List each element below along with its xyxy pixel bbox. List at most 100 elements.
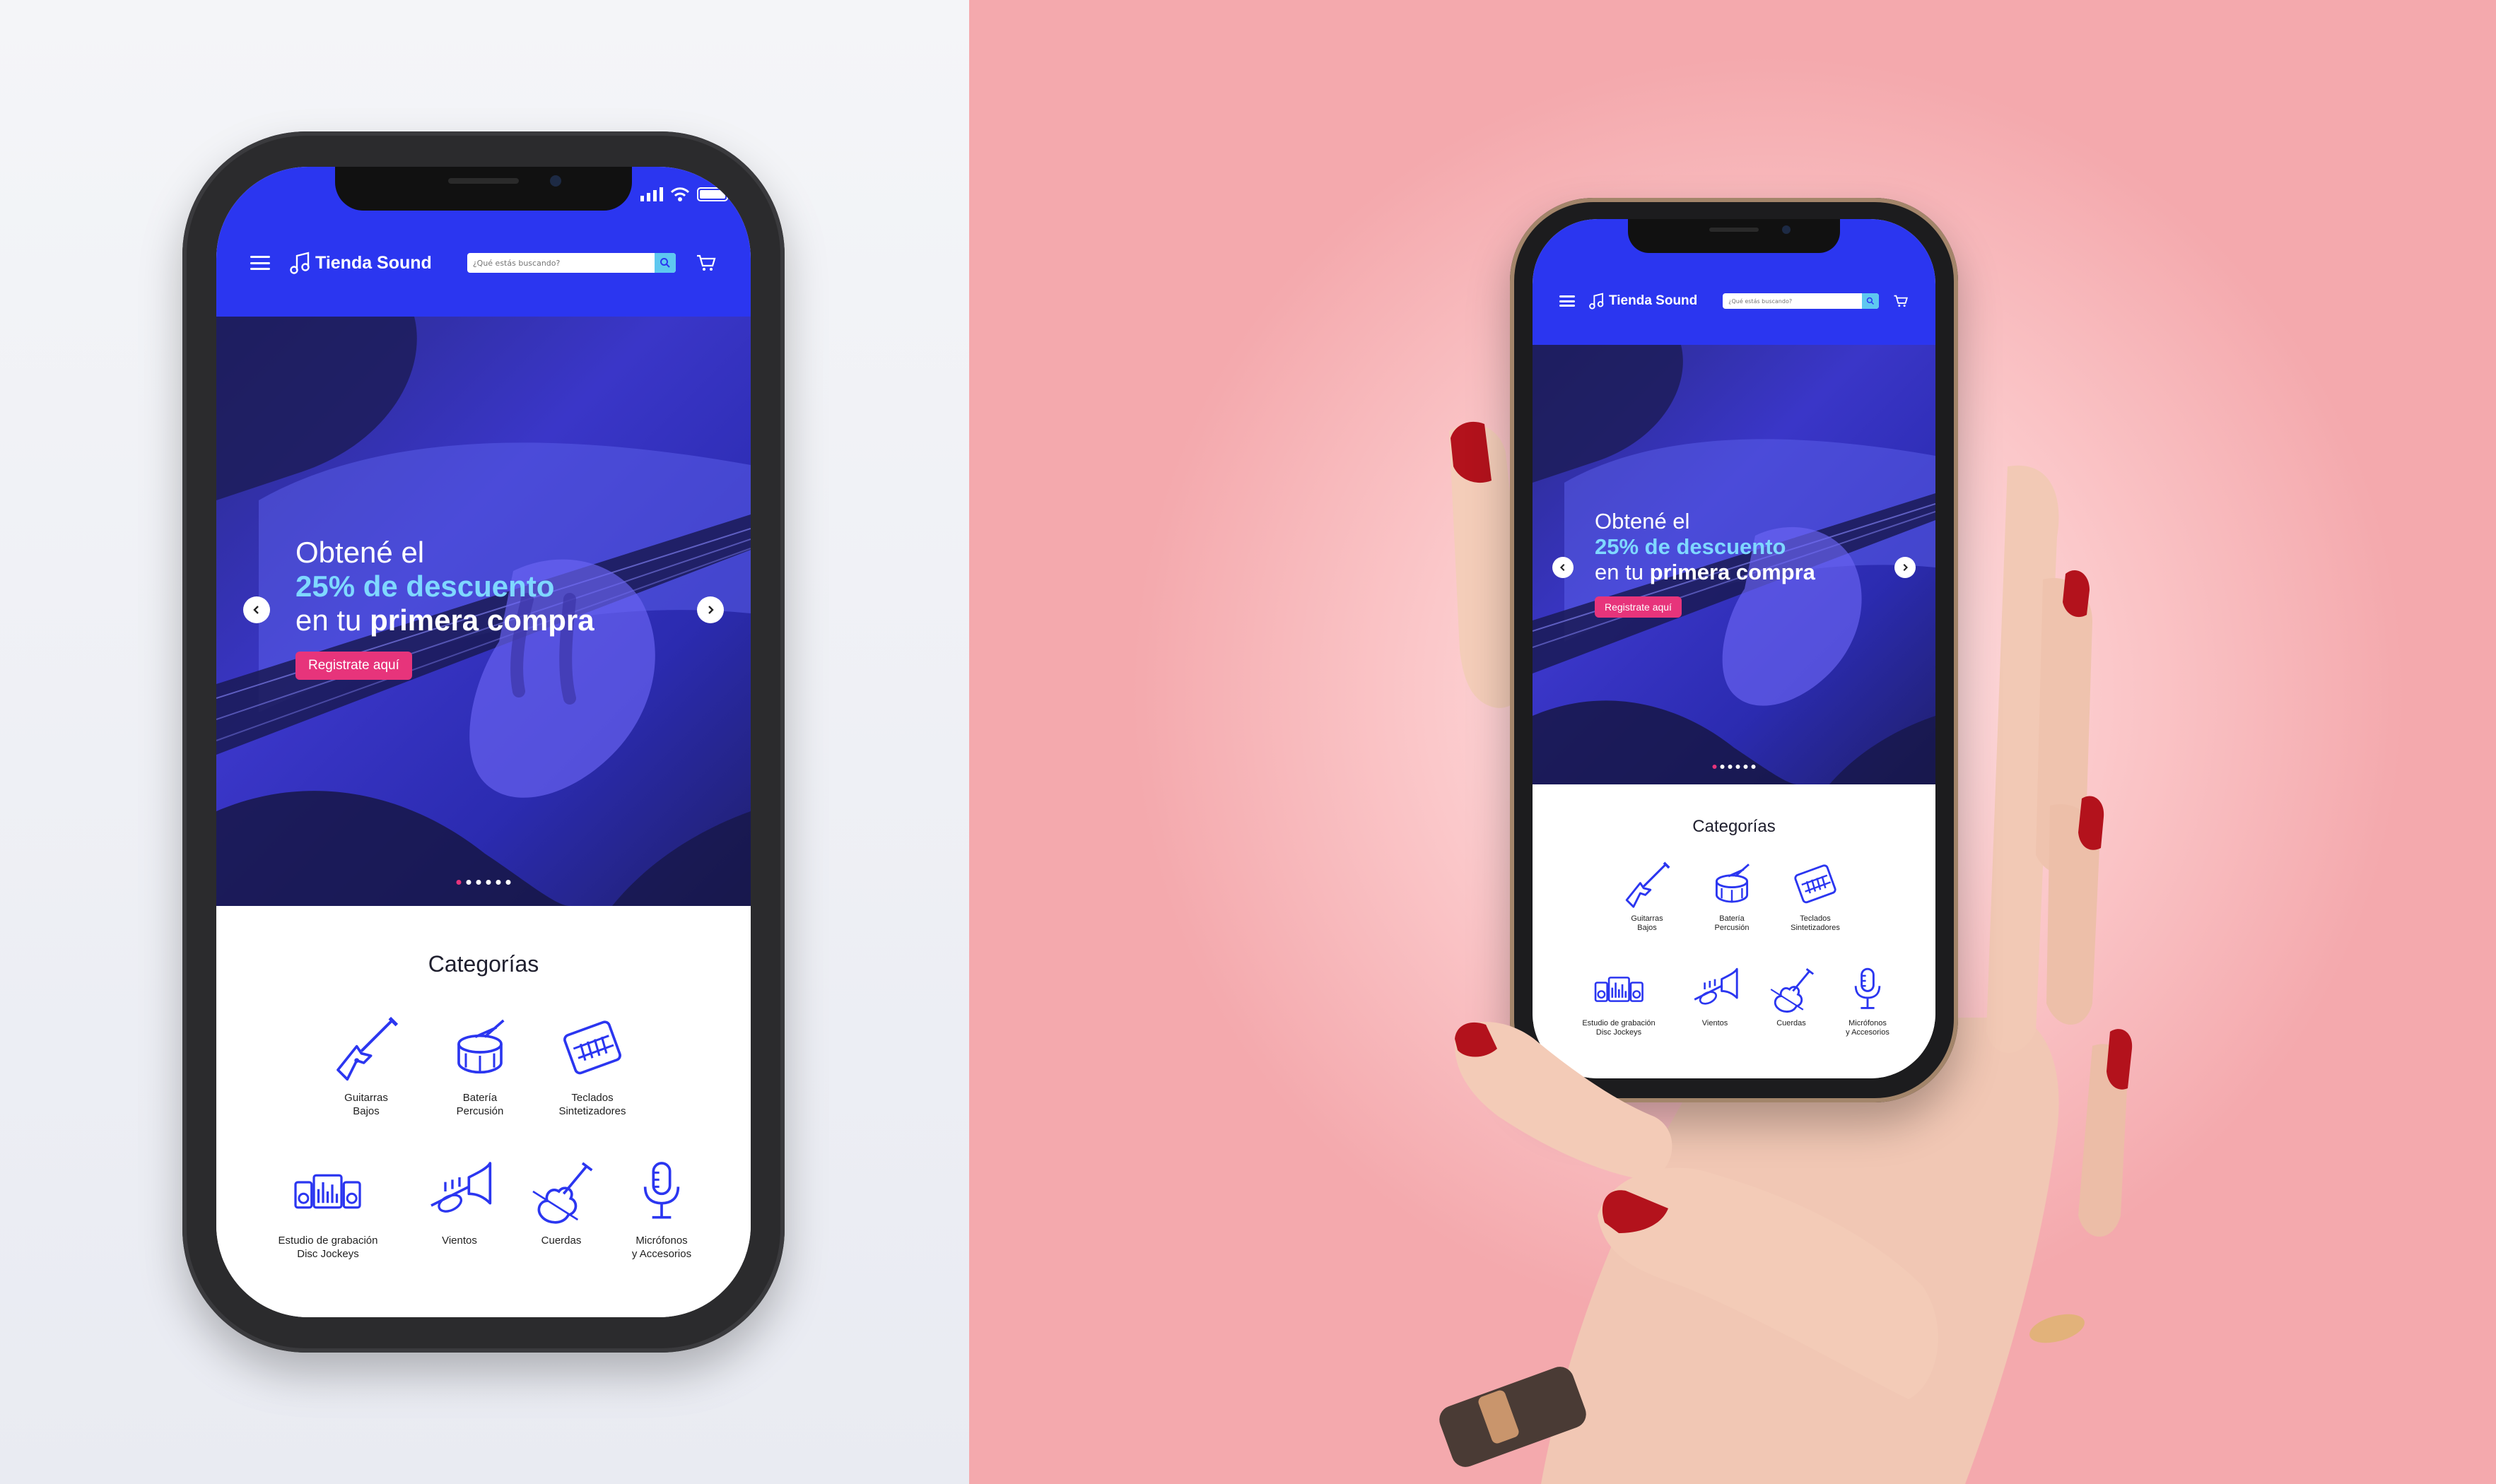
music-note-icon [1589, 293, 1604, 310]
search-icon [660, 258, 670, 268]
violin-icon [1770, 968, 1815, 1013]
search-icon [1866, 297, 1875, 305]
search-button[interactable] [1862, 293, 1879, 309]
brand-logo[interactable]: Tienda Sound [1589, 293, 1697, 310]
categories-title: Categorías [1692, 817, 1776, 836]
signal-icon [640, 187, 663, 201]
category-cuerdas[interactable]: Cuerdas [526, 1156, 597, 1247]
category-label: Guitarras Bajos [1631, 914, 1663, 933]
category-label-line1: Batería [462, 1092, 498, 1104]
hero-copy: Obtené el 25% de descuento en tu primera… [1595, 509, 1815, 618]
carousel-dot[interactable] [486, 880, 491, 885]
category-label: Cuerdas [541, 1234, 582, 1247]
carousel-dots [456, 880, 511, 885]
hero-line-3-bold: primera compra [370, 603, 594, 637]
hero-line-3: en tu primera compra [1595, 560, 1815, 585]
category-microfonos[interactable]: Micrófonos y Accesorios [626, 1156, 697, 1261]
phone-mockup-small: Tienda Sound ¿Qué estás buscando? Obtené… [1510, 198, 1958, 1102]
category-teclados[interactable]: Teclados Sintetizadores [1790, 859, 1841, 933]
category-guitarras[interactable]: Guitarras Bajos [1622, 859, 1672, 933]
studio-speakers-icon [1594, 977, 1644, 1002]
cart-button[interactable] [696, 254, 717, 272]
category-label-line2: Bajos [1637, 924, 1657, 932]
carousel-dot[interactable] [1751, 765, 1756, 769]
carousel-dot[interactable] [1728, 765, 1733, 769]
hero-line-3-prefix: en tu [295, 603, 362, 637]
category-label: Teclados Sintetizadores [558, 1091, 626, 1118]
carousel-dot[interactable] [1712, 765, 1717, 769]
category-label-line1: Vientos [442, 1235, 477, 1247]
hamburger-menu-icon[interactable] [250, 256, 270, 270]
category-label-line1: Micrófonos [1848, 1019, 1887, 1027]
category-label-line2: Bajos [353, 1105, 380, 1117]
phone-screen: Tienda Sound ¿Qué estás buscando? Obtené… [216, 167, 751, 1317]
category-label: Batería Percusión [1715, 914, 1750, 933]
search-input[interactable] [467, 258, 655, 268]
category-label-line1: Guitarras [1631, 914, 1663, 923]
carousel-prev-button[interactable] [243, 596, 270, 623]
category-estudio[interactable]: Estudio de grabación Disc Jockeys [279, 1156, 378, 1261]
category-bateria[interactable]: Batería Percusión [445, 1013, 515, 1118]
carousel-dot[interactable] [456, 880, 462, 885]
carousel-dot[interactable] [1735, 765, 1740, 769]
cart-icon [697, 254, 716, 271]
category-cuerdas[interactable]: Cuerdas [1766, 964, 1817, 1028]
chevron-right-icon [1903, 563, 1909, 572]
brand-name: Tienda Sound [1609, 293, 1698, 308]
cart-button[interactable] [1893, 294, 1909, 308]
carousel-dot[interactable] [1720, 765, 1725, 769]
category-label-line1: Cuerdas [541, 1235, 582, 1247]
drum-icon [1715, 864, 1750, 903]
music-note-icon [290, 252, 310, 274]
category-vientos[interactable]: Vientos [424, 1156, 495, 1247]
keyboard-icon [1794, 864, 1836, 904]
search-button[interactable] [655, 253, 676, 273]
trumpet-icon [430, 1162, 492, 1213]
carousel-dot[interactable] [476, 880, 481, 885]
electric-guitar-icon [336, 1016, 399, 1081]
category-label-line2: Percusión [456, 1105, 504, 1117]
register-cta-button[interactable]: Registrate aquí [295, 652, 412, 680]
category-label-line2: Disc Jockeys [297, 1248, 359, 1260]
hero-discount: 25% de descuento [1595, 534, 1786, 559]
category-teclados[interactable]: Teclados Sintetizadores [557, 1013, 628, 1118]
carousel-dot[interactable] [466, 880, 471, 885]
carousel-dot[interactable] [1743, 765, 1748, 769]
category-bateria[interactable]: Batería Percusión [1706, 859, 1757, 933]
phone-mockup-large: Tienda Sound ¿Qué estás buscando? Obtené… [182, 131, 785, 1353]
hand-illustration-front [1455, 1022, 1672, 1180]
carousel-dot[interactable] [496, 880, 501, 885]
phone-screen: Tienda Sound ¿Qué estás buscando? Obtené… [1533, 219, 1935, 1078]
category-label: Cuerdas [1776, 1019, 1806, 1028]
phone-notch [335, 167, 632, 211]
category-label: Batería Percusión [457, 1091, 504, 1118]
hero-banner: Obtené el 25% de descuento en tu primera… [1533, 345, 1935, 784]
cart-icon [1894, 295, 1908, 307]
category-label-line2: Sintetizadores [558, 1105, 626, 1117]
hero-line-3-prefix: en tu [1595, 560, 1644, 584]
category-label-line2: y Accesorios [1846, 1028, 1889, 1037]
category-label: Micrófonos y Accesorios [632, 1234, 691, 1261]
category-label-line1: Teclados [1800, 914, 1831, 923]
hero-banner: Obtené el 25% de descuento en tu primera… [216, 317, 751, 906]
carousel-next-button[interactable] [1894, 557, 1916, 578]
category-label: Estudio de grabación Disc Jockeys [279, 1234, 378, 1261]
category-microfonos[interactable]: Micrófonos y Accesorios [1842, 964, 1893, 1037]
brand-logo[interactable]: Tienda Sound [290, 252, 432, 274]
category-label-line2: Sintetizadores [1791, 924, 1840, 932]
search-bar [467, 253, 676, 273]
carousel-dot[interactable] [505, 880, 511, 885]
wifi-icon [670, 187, 690, 201]
hero-discount: 25% de descuento [295, 570, 555, 603]
carousel-prev-button[interactable] [1552, 557, 1574, 578]
violin-icon [532, 1162, 593, 1224]
battery-icon [697, 187, 728, 201]
register-cta-button[interactable]: Registrate aquí [1595, 596, 1682, 618]
carousel-next-button[interactable] [697, 596, 724, 623]
chevron-left-icon [1559, 563, 1565, 572]
categories-title: Categorías [428, 951, 539, 977]
category-label-line2: y Accesorios [631, 1248, 692, 1260]
hamburger-menu-icon[interactable] [1559, 295, 1575, 307]
search-input[interactable] [1723, 298, 1862, 305]
category-guitarras[interactable]: Guitarras Bajos [331, 1013, 402, 1118]
